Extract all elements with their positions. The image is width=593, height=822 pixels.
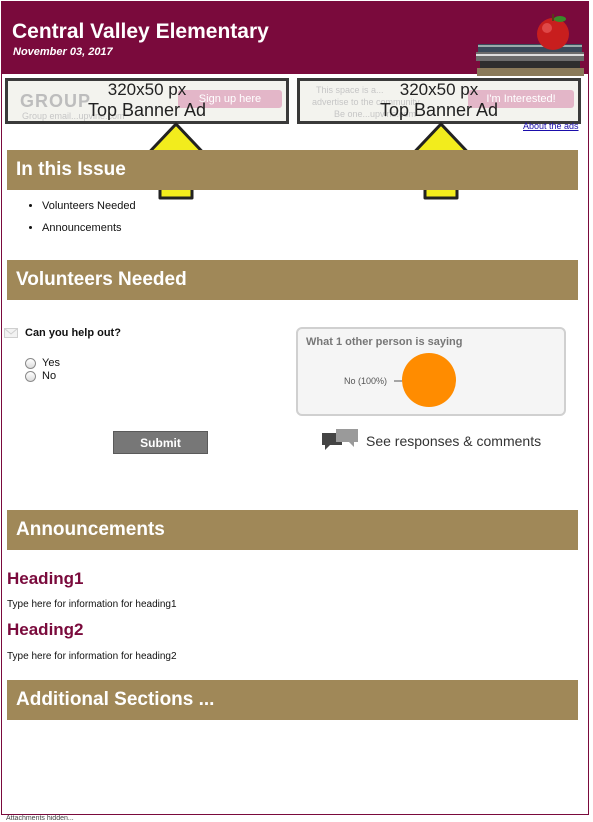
table-of-contents: Volunteers Needed Announcements [20,200,136,244]
radio-button[interactable] [25,370,36,382]
newsletter-header: Central Valley Elementary November 03, 2… [2,2,588,76]
envelope-icon [4,328,18,338]
books-apple-image [476,14,584,76]
poll-question: Can you help out? [25,327,121,339]
see-responses-link[interactable]: See responses & comments [320,427,541,455]
poll-option-label: Yes [42,357,60,369]
ad-label: Top Banner Ad [379,100,499,120]
footnote-text: Attachments hidden... [6,815,74,822]
radio-button[interactable] [25,357,36,369]
newsletter-date: November 03, 2017 [13,46,113,58]
section-header-in-this-issue: In this Issue [7,150,578,190]
newsletter-title: Central Valley Elementary [12,20,269,43]
toc-item[interactable]: Volunteers Needed [42,200,136,212]
poll-option-yes[interactable]: Yes [25,357,60,369]
about-the-ads-link[interactable]: About the ads [523,121,579,131]
ad-size-label: 320x50 px [107,80,187,99]
poll-results-box: What 1 other person is saying No (100%) [296,327,566,416]
poll-option-no[interactable]: No [25,370,56,382]
ad-label: Top Banner Ad [87,100,207,120]
section-header-additional: Additional Sections ... [7,680,578,720]
pie-slice-no [402,353,456,407]
pie-legend-label: No (100%) [344,376,388,386]
section-header-volunteers: Volunteers Needed [7,260,578,300]
see-responses-label: See responses & comments [366,433,542,449]
results-pie-chart [394,353,456,407]
toc-item[interactable]: Announcements [42,222,136,234]
pie-group [402,353,456,407]
announcement-text: Type here for information for heading1 [7,599,177,610]
announcement-heading: Heading2 [7,620,84,639]
top-banner-ad-2[interactable]: This space is a... advertise to the comm… [297,78,581,124]
comments-icon [322,429,358,450]
section-header-announcements: Announcements [7,510,578,550]
announcement-heading: Heading1 [7,569,84,588]
poll-option-label: No [42,370,57,382]
announcement-text: Type here for information for heading2 [7,651,177,662]
top-banner-ad-1[interactable]: GROUP Sign up here Group email...upvine.… [5,78,289,124]
submit-button[interactable]: Submit [113,431,208,454]
ad-size-label: 320x50 px [399,80,479,99]
